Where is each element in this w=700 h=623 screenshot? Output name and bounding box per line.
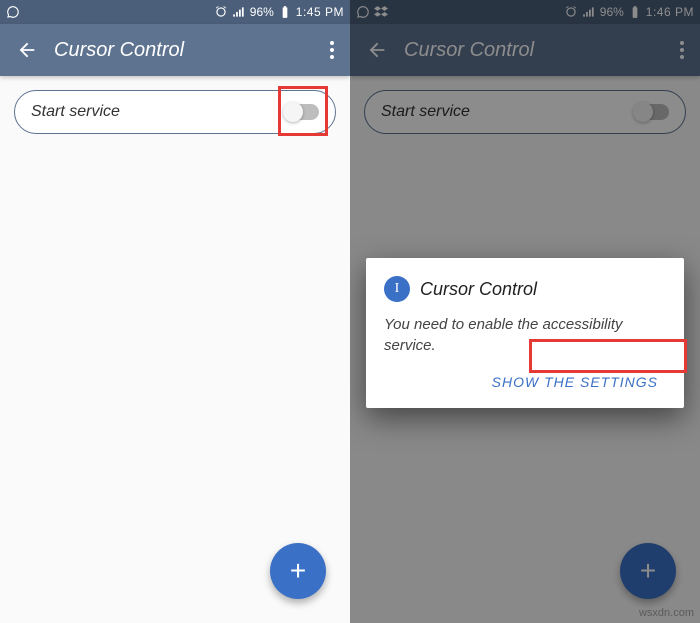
fab-add-button: + [620, 543, 676, 599]
back-button[interactable] [10, 33, 44, 67]
status-bar: 96% 1:46 PM [350, 0, 700, 24]
start-service-row: Start service [364, 90, 686, 134]
app-bar: Cursor Control [0, 24, 350, 76]
dropbox-icon [374, 5, 388, 19]
back-button[interactable] [360, 33, 394, 67]
content-area: Start service [0, 76, 350, 623]
battery-percent: 96% [250, 5, 274, 19]
status-bar: 96% 1:45 PM [0, 0, 350, 24]
signal-icon [232, 5, 246, 19]
dialog-title: Cursor Control [420, 279, 537, 300]
clock-time: 1:46 PM [646, 5, 694, 19]
arrow-left-icon [16, 39, 38, 61]
plus-icon: + [290, 555, 306, 587]
app-title: Cursor Control [394, 39, 674, 62]
signal-icon [582, 5, 596, 19]
phone-right: 96% 1:46 PM Cursor Control Start service… [350, 0, 700, 623]
battery-icon [278, 5, 292, 19]
start-service-toggle[interactable] [285, 104, 319, 120]
overflow-menu-button[interactable] [324, 35, 340, 65]
start-service-label: Start service [381, 103, 635, 121]
arrow-left-icon [366, 39, 388, 61]
battery-icon [628, 5, 642, 19]
accessibility-dialog: I Cursor Control You need to enable the … [366, 258, 684, 408]
phone-left: 96% 1:45 PM Cursor Control Start service… [0, 0, 350, 623]
app-title: Cursor Control [44, 39, 324, 62]
start-service-row[interactable]: Start service [14, 90, 336, 134]
show-settings-button[interactable]: SHOW THE SETTINGS [484, 368, 666, 396]
plus-icon: + [640, 555, 656, 587]
alarm-icon [564, 5, 578, 19]
start-service-toggle [635, 104, 669, 120]
start-service-label: Start service [31, 103, 285, 121]
dialog-body: You need to enable the accessibility ser… [384, 314, 666, 356]
whatsapp-icon [6, 5, 20, 19]
fab-add-button[interactable]: + [270, 543, 326, 599]
clock-time: 1:45 PM [296, 5, 344, 19]
overflow-menu-button[interactable] [674, 35, 690, 65]
whatsapp-icon [356, 5, 370, 19]
alarm-icon [214, 5, 228, 19]
watermark: wsxdn.com [639, 607, 694, 619]
app-bar: Cursor Control [350, 24, 700, 76]
info-icon: I [384, 276, 410, 302]
battery-percent: 96% [600, 5, 624, 19]
